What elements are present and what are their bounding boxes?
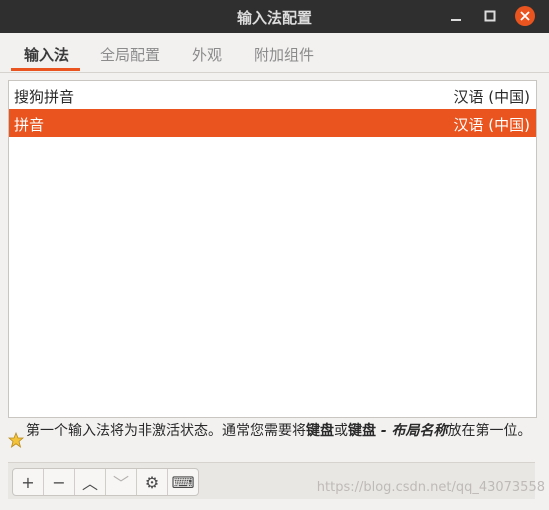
toolbar-button-group: + − ︿ ﹀ ⚙ ⌨ [12, 468, 199, 496]
input-method-name: 拼音 [14, 116, 45, 134]
hint-text-1: 第一个输入法将为非激活状态。通常您需要将 [26, 423, 306, 439]
add-button[interactable]: + [13, 469, 44, 495]
keyboard-icon: ⌨ [171, 472, 195, 492]
list-item[interactable]: 搜狗拼音 汉语 (中国) [9, 81, 536, 109]
plus-icon: + [21, 472, 35, 492]
minimize-icon [451, 19, 461, 21]
hint-text-2: 或 [334, 423, 348, 439]
tab-input-method[interactable]: 输入法 [24, 44, 69, 65]
gear-icon: ⚙ [144, 472, 160, 492]
tab-bar: 输入法 全局配置 外观 附加组件 [0, 34, 549, 73]
maximize-icon [484, 10, 496, 22]
close-button[interactable] [515, 6, 535, 26]
watermark: https://blog.csdn.net/qq_43073558 [316, 480, 545, 495]
hint-text-3: 放在第一位。 [447, 423, 532, 439]
maximize-button[interactable] [481, 7, 499, 25]
star-icon [8, 432, 24, 448]
move-up-button[interactable]: ︿ [75, 469, 106, 495]
move-down-button[interactable]: ﹀ [106, 469, 137, 495]
configure-button[interactable]: ⚙ [137, 469, 168, 495]
input-method-language: 汉语 (中国) [453, 116, 530, 134]
hint-bold-keyboard-1: 键盘 [306, 423, 334, 439]
move-up-icon: ︿ [81, 474, 98, 493]
window-title: 输入法配置 [236, 9, 312, 27]
hint-bold-keyboard-2: 键盘 [348, 423, 376, 439]
tab-appearance[interactable]: 外观 [192, 44, 222, 65]
list-item-selected[interactable]: 拼音 汉语 (中国) [9, 109, 536, 137]
tab-addons[interactable]: 附加组件 [254, 44, 314, 65]
fcitx-config-window: 输入法配置 输入法 全局配置 外观 附加组件 搜狗拼音 汉语 (中国) 拼音 汉… [0, 0, 549, 510]
input-method-language: 汉语 (中国) [453, 88, 530, 106]
active-tab-indicator [11, 68, 80, 71]
minus-icon: − [52, 472, 66, 492]
hint-message: 第一个输入法将为非激活状态。通常您需要将键盘或键盘 - 布局名称放在第一位。 [8, 420, 538, 448]
close-icon [520, 11, 530, 21]
input-method-list[interactable]: 搜狗拼音 汉语 (中国) 拼音 汉语 (中国) [8, 80, 537, 418]
hint-italic-layout-name: - 布局名称 [376, 423, 448, 439]
move-down-icon: ﹀ [112, 474, 129, 493]
title-bar[interactable]: 输入法配置 [0, 0, 549, 33]
tab-global-config[interactable]: 全局配置 [100, 44, 160, 65]
input-method-name: 搜狗拼音 [14, 88, 75, 106]
keyboard-layout-button[interactable]: ⌨ [168, 469, 198, 495]
minimize-button[interactable] [447, 7, 465, 25]
remove-button[interactable]: − [44, 469, 75, 495]
